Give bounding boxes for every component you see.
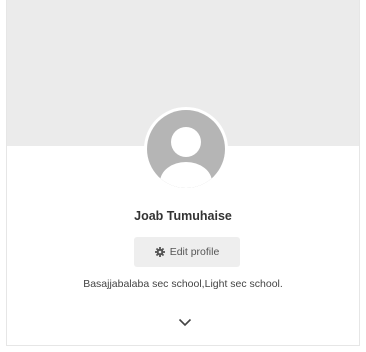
edit-profile-label: Edit profile	[169, 246, 220, 258]
profile-card: Joab Tumuhaise Edit profile Basajjabalab…	[6, 0, 360, 346]
profile-bio: Basajjabalaba sec school,Light sec schoo…	[83, 278, 283, 290]
avatar	[144, 107, 228, 191]
gear-icon	[154, 247, 165, 257]
edit-profile-button[interactable]: Edit profile	[134, 237, 240, 267]
default-user-avatar-icon	[147, 110, 225, 188]
chevron-down-icon[interactable]	[176, 316, 194, 328]
profile-name: Joab Tumuhaise	[134, 209, 232, 223]
